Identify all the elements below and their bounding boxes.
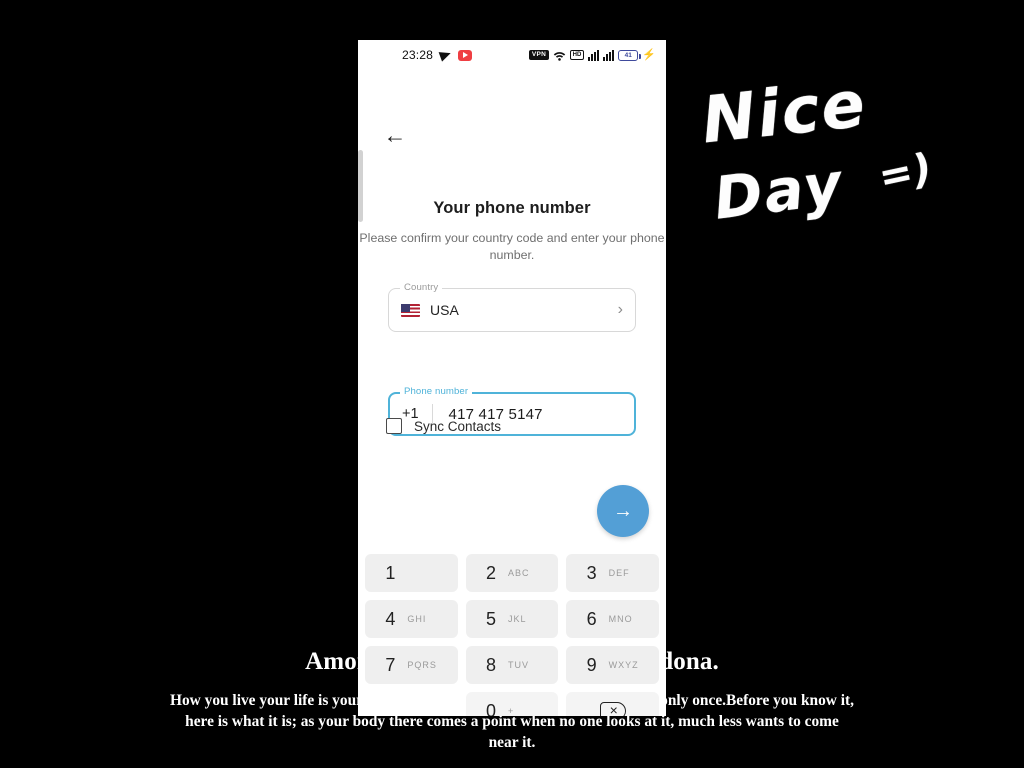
key-letters: TUV [508, 660, 529, 670]
handwritten-smiley-text: =) [874, 144, 937, 202]
handwritten-day-text: Day [710, 149, 847, 233]
country-value: USA [430, 302, 459, 318]
key-0[interactable]: 0 + [465, 692, 559, 717]
status-bar-left: 23:28 [402, 48, 472, 62]
key-digit: 7 [385, 654, 396, 675]
country-select[interactable]: Country USA › [388, 282, 636, 332]
sync-contacts-label: Sync Contacts [414, 418, 502, 434]
signal-bars-sim2-icon [603, 49, 615, 61]
phone-screenshot: 23:28 VPN HD 41 ⚡ ← Your phone number Pl… [358, 40, 666, 716]
key-digit: 0 [485, 700, 496, 717]
hd-badge-icon: HD [569, 50, 585, 60]
handwritten-nice-text: Nice [698, 67, 871, 159]
key-3[interactable]: 3 DEF [566, 554, 659, 592]
sync-contacts-row[interactable]: Sync Contacts [386, 418, 501, 434]
sync-contacts-checkbox[interactable] [386, 418, 402, 434]
key-8[interactable]: 8 TUV [465, 646, 559, 684]
next-button[interactable]: → [597, 485, 649, 537]
vpn-badge-icon: VPN [529, 50, 549, 60]
key-9[interactable]: 9 WXYZ [566, 646, 659, 684]
key-letters: WXYZ [608, 660, 639, 670]
key-letters: + [508, 706, 515, 716]
key-4[interactable]: 4 GHI [365, 600, 458, 638]
key-1[interactable]: 1 [365, 554, 458, 592]
handwritten-note: Nice Day =) [694, 68, 949, 252]
key-5[interactable]: 5 JKL [465, 600, 559, 638]
phone-field-label: Phone number [400, 386, 473, 397]
back-button[interactable]: ← [378, 118, 412, 152]
status-bar-right: VPN HD 41 ⚡ [529, 48, 656, 61]
backspace-icon: × [599, 702, 626, 716]
numeric-keypad: 1 2 ABC 3 DEF 4 GHI 5 JKL 6 MNO 7 PQRS 8… [358, 554, 666, 716]
youtube-icon [458, 49, 472, 61]
status-bar: 23:28 VPN HD 41 ⚡ [358, 40, 666, 70]
key-digit: 8 [485, 654, 496, 675]
page-title: Your phone number [433, 199, 591, 217]
status-clock: 23:28 [402, 48, 433, 62]
signal-bars-sim1-icon [588, 49, 600, 61]
key-digit: 9 [586, 654, 597, 675]
key-letters: MNO [608, 614, 633, 624]
key-letters: PQRS [407, 660, 437, 670]
key-letters: DEF [608, 568, 630, 578]
key-digit: 2 [485, 562, 496, 583]
key-digit: 4 [385, 608, 396, 629]
key-letters: JKL [508, 614, 527, 624]
key-6[interactable]: 6 MNO [566, 600, 659, 638]
key-2[interactable]: 2 ABC [465, 554, 559, 592]
key-digit: 5 [485, 608, 496, 629]
key-digit: 1 [385, 562, 396, 583]
telegram-icon [438, 48, 453, 62]
charging-bolt-icon: ⚡ [642, 48, 656, 61]
us-flag-icon [401, 303, 420, 318]
key-7[interactable]: 7 PQRS [365, 646, 458, 684]
key-digit: 6 [586, 608, 597, 629]
battery-icon: 41 [618, 49, 641, 61]
key-backspace[interactable]: × [566, 692, 659, 716]
screen-canvas: Amor ch'a nullo amato amar perdona. How … [0, 0, 1024, 768]
key-letters: GHI [407, 614, 427, 624]
chevron-right-icon: › [617, 301, 623, 318]
key-digit: 3 [586, 562, 597, 583]
key-blank [365, 692, 458, 716]
country-field-label: Country [400, 282, 443, 293]
page-subtitle: Please confirm your country code and ent… [359, 231, 665, 263]
wifi-icon [553, 50, 566, 61]
key-letters: ABC [508, 568, 530, 578]
